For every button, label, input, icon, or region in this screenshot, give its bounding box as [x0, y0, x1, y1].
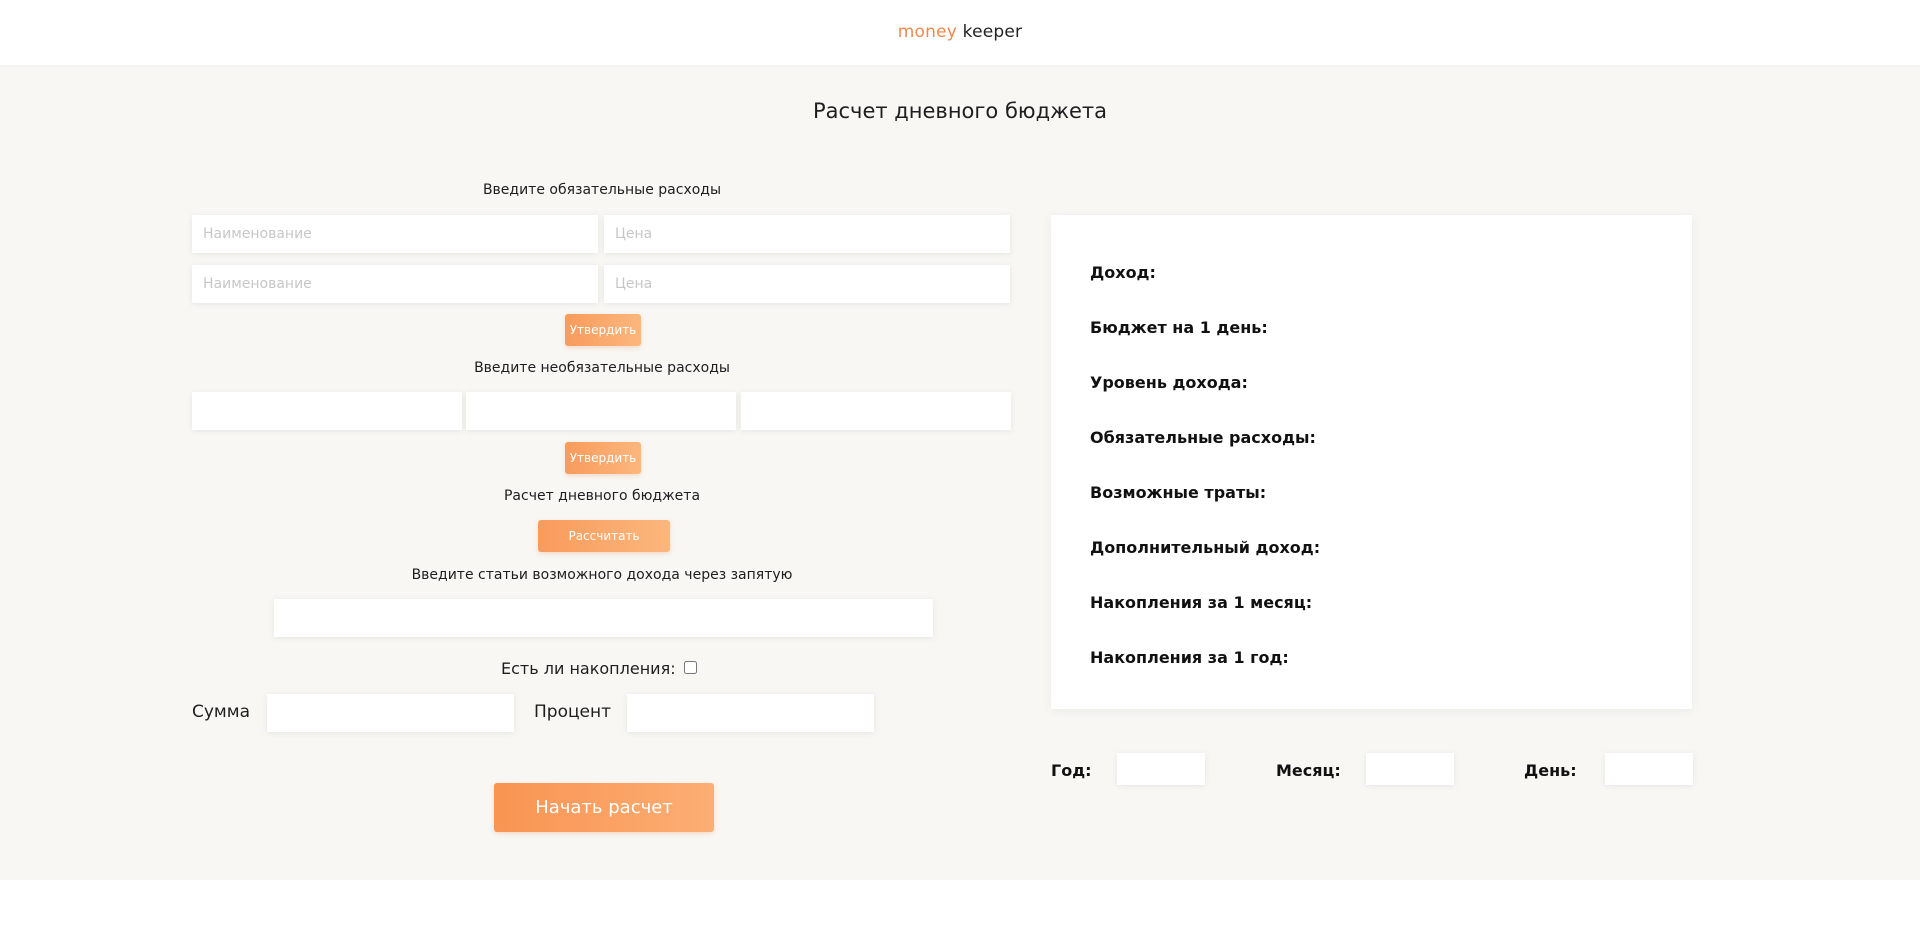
mandatory-expenses-label: Введите обязательные расходы: [482, 182, 722, 198]
result-yearly-savings-label: Накопления за 1 год:: [1090, 648, 1289, 667]
approve-optional-button[interactable]: Утвердить: [565, 442, 641, 474]
day-label: День:: [1524, 761, 1577, 780]
daily-budget-label: Расчет дневного бюджета: [503, 488, 701, 504]
result-daily-budget-label: Бюджет на 1 день:: [1090, 318, 1268, 337]
year-input[interactable]: [1117, 753, 1205, 785]
mandatory-name-input-2[interactable]: [192, 265, 598, 303]
page-title: Расчет дневного бюджета: [812, 99, 1108, 123]
year-label: Год:: [1051, 761, 1092, 780]
calculate-button[interactable]: Рассчитать: [538, 520, 670, 552]
savings-label: Есть ли накопления:: [501, 659, 676, 678]
optional-expense-input-1[interactable]: [192, 392, 462, 430]
approve-mandatory-button[interactable]: Утвердить: [565, 314, 641, 346]
optional-expense-input-3[interactable]: [741, 392, 1011, 430]
mandatory-name-input-1[interactable]: [192, 215, 598, 253]
possible-income-label: Введите статьи возможного дохода через з…: [411, 567, 793, 583]
result-income-label: Доход:: [1090, 263, 1156, 282]
result-mandatory-expenses-label: Обязательные расходы:: [1090, 428, 1316, 447]
sum-input[interactable]: [267, 694, 514, 732]
optional-expenses-label: Введите необязательные расходы: [474, 360, 730, 376]
result-monthly-savings-label: Накопления за 1 месяц:: [1090, 593, 1313, 612]
result-income-level-label: Уровень дохода:: [1090, 373, 1248, 392]
month-input[interactable]: [1366, 753, 1454, 785]
percent-input[interactable]: [627, 694, 874, 732]
logo-accent-text: money: [897, 22, 958, 42]
result-additional-income-label: Дополнительный доход:: [1090, 538, 1321, 557]
header: money keeper: [0, 0, 1920, 65]
main-content: Расчет дневного бюджета Введите обязател…: [0, 65, 1920, 880]
savings-checkbox[interactable]: [684, 661, 697, 674]
mandatory-price-input-1[interactable]: [604, 215, 1010, 253]
day-input[interactable]: [1605, 753, 1693, 785]
results-panel: Доход: Бюджет на 1 день: Уровень дохода:…: [1051, 215, 1692, 709]
month-label: Месяц:: [1276, 761, 1341, 780]
start-calculation-button[interactable]: Начать расчет: [494, 783, 714, 832]
possible-income-input[interactable]: [274, 599, 933, 637]
optional-expense-input-2[interactable]: [466, 392, 736, 430]
logo[interactable]: money keeper: [0, 22, 1920, 42]
sum-label: Сумма: [192, 702, 250, 722]
percent-label: Процент: [534, 702, 612, 722]
result-possible-expenses-label: Возможные траты:: [1090, 483, 1267, 502]
mandatory-price-input-2[interactable]: [604, 265, 1010, 303]
logo-rest-text: keeper: [957, 22, 1023, 42]
